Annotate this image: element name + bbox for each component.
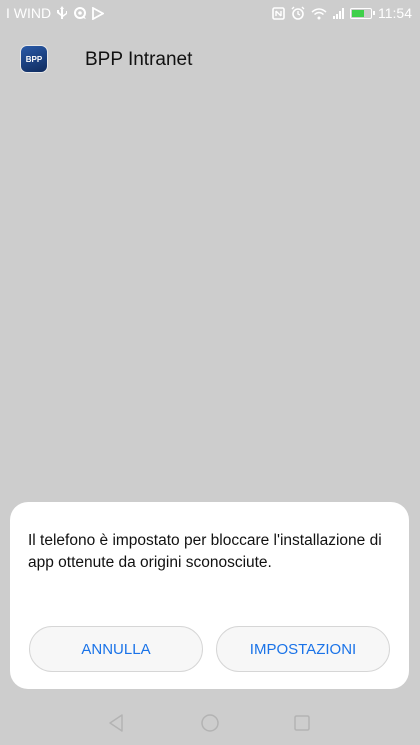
status-time: 11:54 — [378, 5, 412, 21]
status-bar: I WIND 11:54 — [0, 0, 420, 26]
recent-apps-icon[interactable] — [291, 712, 313, 734]
signal-icon — [333, 7, 344, 19]
carrier-name: I WIND — [6, 5, 52, 21]
play-store-icon — [92, 5, 105, 21]
app-logo-text: BPP — [25, 54, 43, 64]
status-left: I WIND — [6, 5, 105, 21]
sync-icon — [73, 5, 87, 21]
cancel-button[interactable]: ANNULLA — [29, 626, 203, 672]
wifi-icon — [311, 5, 327, 21]
app-logo: BPP — [21, 46, 47, 72]
dialog-message: Il telefono è impostato per bloccare l'i… — [28, 532, 382, 571]
home-icon[interactable] — [199, 712, 221, 734]
status-right: 11:54 — [272, 5, 412, 21]
nfc-icon — [272, 5, 285, 21]
battery-icon — [350, 7, 375, 19]
alarm-icon — [291, 5, 305, 21]
battery-level — [352, 9, 364, 17]
unknown-sources-dialog: Il telefono è impostato per bloccare l'i… — [10, 502, 409, 689]
app-header: BPP BPP Intranet — [0, 36, 420, 86]
settings-button[interactable]: IMPOSTAZIONI — [216, 626, 390, 672]
app-title: BPP Intranet — [85, 49, 193, 70]
usb-icon — [56, 5, 68, 21]
back-icon[interactable] — [105, 712, 127, 734]
navigation-bar — [0, 700, 420, 745]
